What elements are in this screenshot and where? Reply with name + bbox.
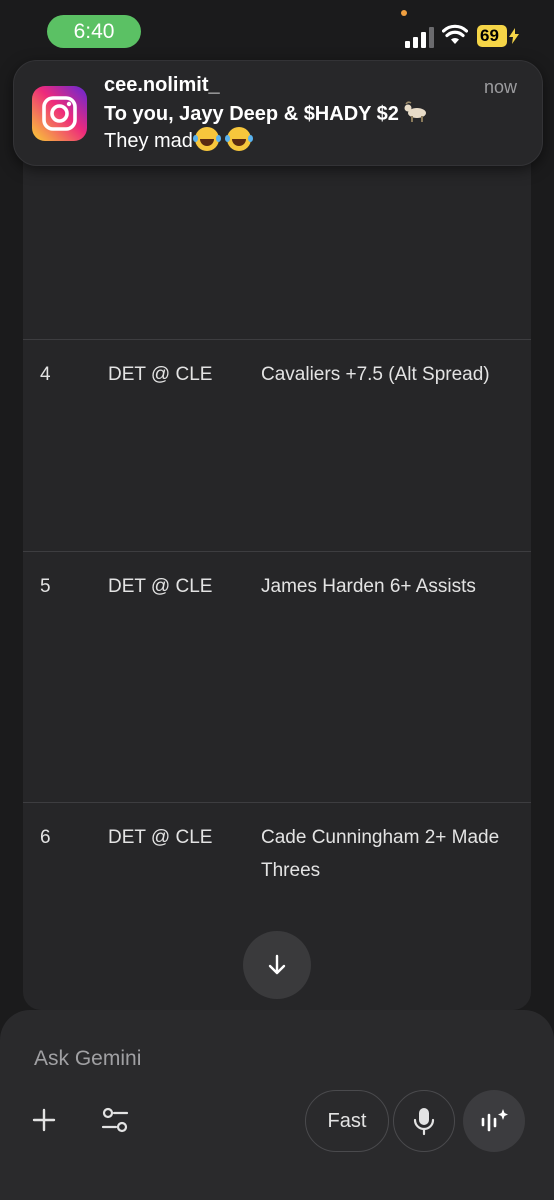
battery-charging-icon: 69 bbox=[477, 25, 519, 47]
status-bar: 6:40 69 bbox=[0, 0, 554, 62]
arrow-down-icon bbox=[268, 954, 286, 975]
prompt-input[interactable] bbox=[34, 1042, 514, 1076]
cell-bet: James Harden 6+ Assists bbox=[261, 576, 476, 597]
row-divider bbox=[23, 551, 531, 552]
microphone-icon bbox=[413, 1108, 435, 1136]
cell-number: 6 bbox=[40, 827, 51, 848]
cell-game: DET @ CLE bbox=[108, 364, 213, 385]
cell-game: DET @ CLE bbox=[108, 576, 213, 597]
wifi-icon bbox=[442, 24, 468, 44]
instagram-icon bbox=[32, 86, 87, 141]
row-divider bbox=[23, 339, 531, 340]
notification-message-line2: They mad bbox=[104, 127, 251, 153]
notification-banner[interactable]: cee.nolimit_ To you, Jayy Deep & $HADY $… bbox=[13, 60, 543, 166]
notification-time: now bbox=[483, 77, 517, 97]
goat-emoji-icon bbox=[404, 101, 426, 122]
laughing-emoji-icon bbox=[192, 127, 219, 151]
cell-number: 4 bbox=[40, 364, 51, 385]
response-card: 4 DET @ CLE Cavaliers +7.5 (Alt Spread) … bbox=[23, 130, 531, 1010]
cell-bet: Cade Cunningham 2+ Made Threes bbox=[261, 827, 500, 881]
live-icon bbox=[481, 1109, 508, 1132]
battery-level: 69 bbox=[477, 25, 507, 47]
scroll-down-button[interactable] bbox=[243, 931, 311, 999]
microphone-button[interactable] bbox=[393, 1090, 455, 1152]
notification-sender: cee.nolimit_ bbox=[104, 74, 220, 96]
privacy-indicator-dot bbox=[401, 10, 407, 16]
bolt-icon bbox=[509, 28, 519, 44]
mode-selector-button[interactable]: Fast bbox=[305, 1090, 389, 1152]
notification-message-text: To you, Jayy Deep & $HADY $2 bbox=[104, 103, 399, 125]
add-button[interactable] bbox=[24, 1100, 64, 1140]
input-panel: Fast bbox=[0, 1010, 554, 1200]
cell-game: DET @ CLE bbox=[108, 827, 213, 848]
notification-message-text2: They mad bbox=[104, 130, 193, 152]
status-time: 6:40 bbox=[47, 15, 141, 48]
notification-message-line1: To you, Jayy Deep & $HADY $2 bbox=[104, 101, 429, 126]
signal-icon bbox=[405, 27, 434, 48]
cell-bet: Cavaliers +7.5 (Alt Spread) bbox=[261, 364, 490, 385]
plus-icon bbox=[32, 1108, 56, 1132]
tools-button[interactable] bbox=[95, 1100, 135, 1140]
laughing-emoji-icon bbox=[224, 127, 251, 151]
live-button[interactable] bbox=[463, 1090, 525, 1152]
tools-icon bbox=[101, 1107, 129, 1133]
row-divider bbox=[23, 802, 531, 803]
cell-number: 5 bbox=[40, 576, 51, 597]
